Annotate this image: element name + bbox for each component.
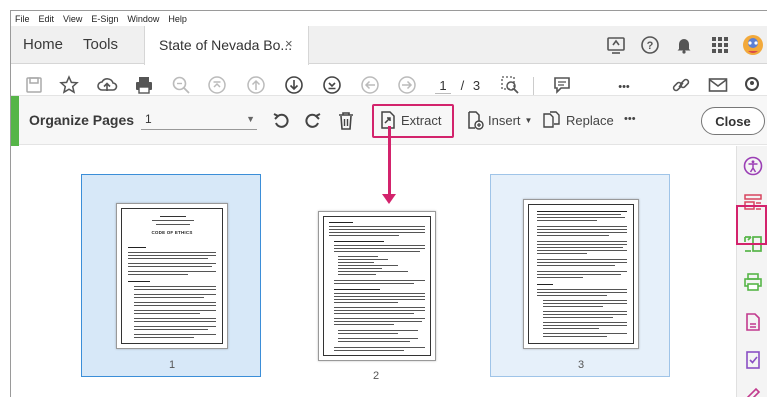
apps-grid-icon[interactable] [708,33,732,57]
callout-arrow-head [382,194,396,204]
page-separator: / [460,78,465,93]
replace-button[interactable]: Replace [542,110,614,130]
total-pages: 3 [472,78,481,93]
edit-pen-icon[interactable] [741,382,765,397]
insert-label: Insert [488,112,521,128]
right-tools-rail [736,146,767,397]
menu-esign[interactable]: E-Sign [91,14,118,24]
page-thumbnail-1[interactable]: CODE OF ETHICS 1 [81,174,261,377]
menu-view[interactable]: View [63,14,82,24]
accessibility-icon[interactable] [741,154,765,178]
toolbar-divider [533,77,534,95]
callout-arrow-line [388,126,391,198]
delete-icon[interactable] [334,109,358,133]
rotate-right-icon[interactable] [301,109,325,133]
menu-bar: File Edit View E-Sign Window Help [11,11,767,26]
tab-bar: Home Tools State of Nevada Bo... × ? [11,26,767,65]
page-preview [523,199,639,349]
rotate-left-icon[interactable] [269,109,293,133]
page-thumbnail-2[interactable]: 2 [306,174,466,382]
page-heading: CODE OF ETHICS [151,230,193,235]
tool-accent-strip [11,96,19,146]
fill-sign-icon[interactable] [741,348,765,372]
help-icon[interactable]: ? [638,33,662,57]
page-navigator: 1 / 3 [435,78,480,94]
tab-close-icon[interactable]: × [285,36,293,51]
insert-page-icon [468,111,484,130]
page-number-label: 3 [578,359,585,371]
organize-title: Organize Pages [29,112,135,128]
tab-document-title: State of Nevada Bo... [159,37,293,53]
insert-chevron-icon: ▼ [524,115,533,125]
menu-edit[interactable]: Edit [39,14,55,24]
page-number-label: 1 [169,359,176,371]
notification-bell-icon[interactable] [672,33,696,57]
page-border [528,204,634,344]
tab-tools[interactable]: Tools [83,36,118,53]
export-pdf-icon[interactable] [741,310,765,334]
tab-home[interactable]: Home [23,36,63,53]
organize-pages-highlight-box [736,205,767,245]
page-thumbnails-area: CODE OF ETHICS 1 2 3 [11,146,736,397]
page-range-select[interactable]: 1 ▼ [141,110,257,130]
insert-button[interactable]: Insert ▼ [466,110,532,130]
tab-document[interactable]: State of Nevada Bo... × [144,26,309,65]
page-thumbnail-3[interactable]: 3 [490,174,670,377]
replace-label: Replace [566,112,614,128]
page-range-value: 1 [145,112,152,126]
svg-text:?: ? [647,40,654,52]
share-screen-icon[interactable] [604,33,628,57]
current-page-input[interactable]: 1 [435,78,451,94]
user-avatar-icon[interactable] [741,33,765,57]
page-border: CODE OF ETHICS [121,208,223,344]
page-preview [318,211,436,361]
menu-window[interactable]: Window [127,14,159,24]
replace-page-icon [543,111,560,128]
extract-highlight-box [372,104,454,138]
menu-help[interactable]: Help [168,14,187,24]
chevron-down-icon: ▼ [246,114,255,124]
print-production-icon[interactable] [741,270,765,294]
page-border [323,216,431,356]
menu-file[interactable]: File [15,14,30,24]
close-button[interactable]: Close [701,107,765,135]
page-preview: CODE OF ETHICS [116,203,228,349]
page-number-label: 2 [373,370,380,382]
organize-more-icon[interactable]: ••• [624,113,636,125]
